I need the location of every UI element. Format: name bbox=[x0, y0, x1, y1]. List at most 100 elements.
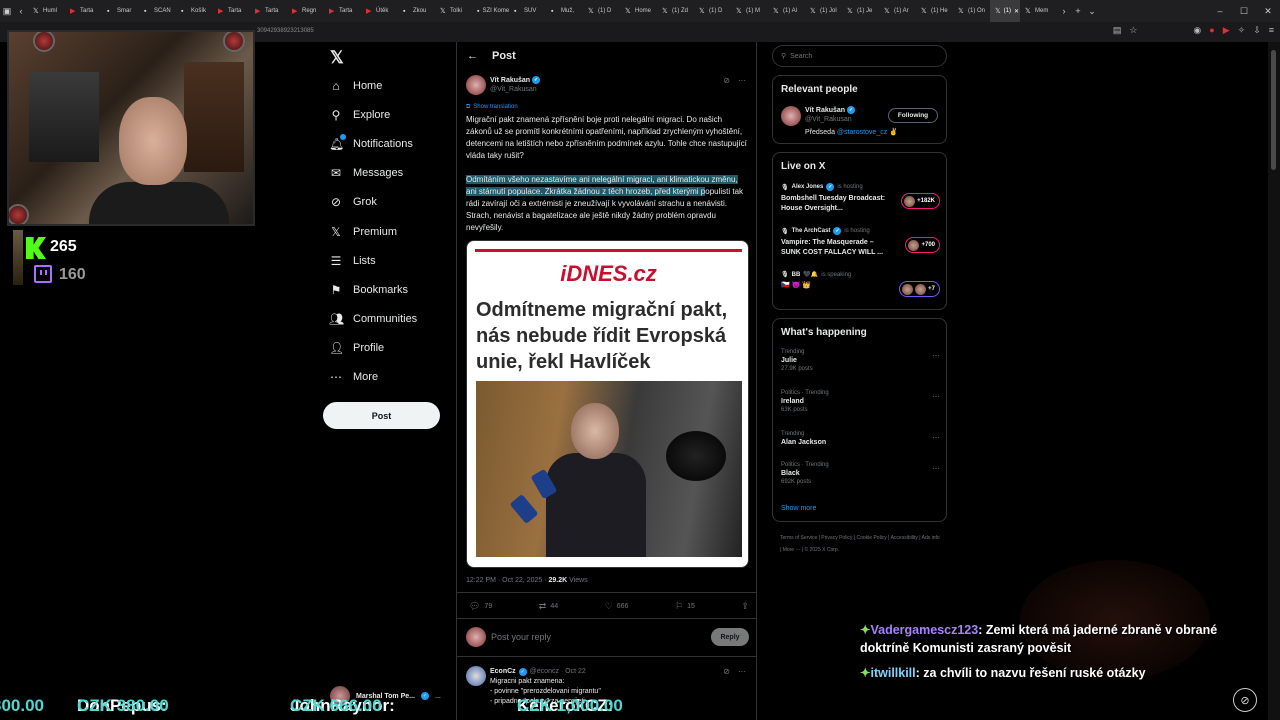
browser-tab[interactable]: 𝕏 (1) Zd bbox=[657, 0, 694, 22]
browser-tab[interactable]: 𝕏 (1) M bbox=[731, 0, 768, 22]
avatar[interactable] bbox=[781, 106, 801, 126]
selected-text[interactable]: Odmítáním všeho nezastavíme ani nelegáln… bbox=[466, 175, 738, 196]
browser-tab[interactable]: ▶ Tarta bbox=[65, 0, 102, 22]
grok-icon[interactable]: ⊘ bbox=[723, 667, 730, 676]
browser-tab[interactable]: 𝕏 (1) Je bbox=[842, 0, 879, 22]
footer-links[interactable]: Terms of Service | Privacy Policy | Cook… bbox=[780, 532, 940, 556]
tab-scroll-right-icon[interactable]: › bbox=[1057, 6, 1071, 16]
live-item[interactable]: 🎙︎ The ArchCast ✓ is hosting Vampire: The M… bbox=[781, 227, 940, 258]
browser-tab[interactable]: ▶ Tarta bbox=[213, 0, 250, 22]
download-icon[interactable]: ⇩ bbox=[1253, 25, 1261, 36]
reader-icon[interactable]: ▤ bbox=[1113, 25, 1122, 36]
reply-button[interactable]: Reply bbox=[711, 628, 749, 646]
scrollbar-thumb[interactable] bbox=[1271, 50, 1276, 170]
extensions-puzzle-icon[interactable]: ✧ bbox=[1238, 25, 1246, 36]
active-tab[interactable]: 𝕏 (1) ✕ bbox=[990, 0, 1020, 22]
browser-tab[interactable]: ▶ Tarta bbox=[324, 0, 361, 22]
nav-item-communities[interactable]: 👥︎ Communities bbox=[329, 311, 417, 327]
trend-item[interactable]: Trending Alan Jackson ⋯ bbox=[781, 431, 940, 448]
nav-item-messages[interactable]: ✉ Messages bbox=[329, 165, 403, 181]
more-icon[interactable]: ⋯ bbox=[738, 76, 746, 85]
repost-action[interactable]: ⇄ 44 bbox=[539, 601, 558, 612]
page-icon: ▪ bbox=[551, 7, 554, 15]
bookmark-star-icon[interactable]: ☆ bbox=[1129, 25, 1137, 36]
x-logo-icon[interactable]: 𝕏 bbox=[330, 48, 344, 68]
article-card[interactable]: iDNES.cz Odmítneme migrační pakt, nás ne… bbox=[466, 240, 749, 568]
following-button[interactable]: Following bbox=[888, 108, 938, 123]
nav-item-bookmarks[interactable]: ⚑ Bookmarks bbox=[329, 282, 408, 298]
more-icon[interactable]: ⋯ bbox=[932, 433, 940, 442]
close-window-icon[interactable]: ✕ bbox=[1256, 6, 1280, 17]
nav-item-premium[interactable]: 𝕏 Premium bbox=[329, 224, 397, 240]
menu-icon[interactable]: ≡ bbox=[1269, 25, 1274, 36]
more-icon[interactable]: ⋯ bbox=[932, 351, 940, 360]
browser-tab[interactable]: ▪ Zkou bbox=[398, 0, 435, 22]
like-action[interactable]: ♡ 666 bbox=[605, 601, 629, 612]
youtube-ext-icon[interactable]: ▶ bbox=[1223, 25, 1230, 36]
more-icon[interactable]: ⋯ bbox=[932, 392, 940, 401]
browser-tab[interactable]: 𝕏 (1) Ar bbox=[879, 0, 916, 22]
trend-item[interactable]: Politics · Trending Black 692K posts ⋯ bbox=[781, 462, 940, 485]
browser-tab[interactable]: 𝕏 (1) Jol bbox=[805, 0, 842, 22]
nav-item-explore[interactable]: ⚲ Explore bbox=[329, 107, 391, 123]
x-icon: 𝕏 bbox=[810, 7, 816, 15]
browser-tab[interactable]: 𝕏 (1) He bbox=[916, 0, 953, 22]
trend-item[interactable]: Politics · Trending Ireland 63K posts ⋯ bbox=[781, 390, 940, 413]
browser-tab[interactable]: ▪ Muž, bbox=[546, 0, 583, 22]
browser-tab[interactable]: ▪ Smar bbox=[102, 0, 139, 22]
reply-input[interactable]: Post your reply bbox=[491, 632, 551, 642]
browser-tab[interactable]: 𝕏 Mem bbox=[1020, 0, 1057, 22]
post-button[interactable]: Post bbox=[323, 402, 440, 429]
browser-tab[interactable]: 𝕏 Home bbox=[620, 0, 657, 22]
tab-list-icon[interactable]: ▣ bbox=[0, 6, 14, 17]
nav-item-home[interactable]: ⌂ Home bbox=[329, 78, 382, 94]
chat-message: ✦Vadergamescz123: Zemi která má jaderné … bbox=[860, 623, 1218, 655]
close-tab-icon[interactable]: ✕ bbox=[1014, 8, 1019, 15]
trend-item[interactable]: Trending Julie 27.9K posts ⋯ bbox=[781, 349, 940, 372]
browser-tab[interactable]: ▶ Regn bbox=[287, 0, 324, 22]
nav-item-grok[interactable]: ⊘ Grok bbox=[329, 194, 377, 210]
tab-overflow-icon[interactable]: ⌄ bbox=[1085, 6, 1099, 17]
reply-action[interactable]: 💬︎ 79 bbox=[469, 601, 492, 612]
browser-tab[interactable]: ▶ Tarta bbox=[250, 0, 287, 22]
browser-tab[interactable]: ▪ SUV bbox=[509, 0, 546, 22]
frame-emblem-icon bbox=[9, 204, 29, 224]
avatar[interactable] bbox=[466, 666, 486, 686]
home-icon: ⌂ bbox=[332, 79, 340, 93]
browser-tab[interactable]: 𝕏 (1) D bbox=[583, 0, 620, 22]
browser-tab[interactable]: 𝕏 Tolki bbox=[435, 0, 472, 22]
browser-tab[interactable]: ▪ SZI Kome bbox=[472, 0, 509, 22]
profile-bio: Předseda @starostove_cz ✌ bbox=[805, 129, 898, 136]
new-tab-icon[interactable]: + bbox=[1071, 6, 1085, 16]
tab-scroll-left-icon[interactable]: ‹ bbox=[14, 6, 28, 16]
minimize-icon[interactable]: – bbox=[1208, 6, 1232, 16]
nav-item-notifications[interactable]: 🔔︎ Notifications bbox=[329, 134, 413, 152]
browser-tab[interactable]: 𝕏 (1) On bbox=[953, 0, 990, 22]
bookmark-action[interactable]: ⚐ 15 bbox=[675, 601, 695, 612]
live-item[interactable]: 🎙︎ Alex Jones ✓ is hosting Bombshell Tuesda… bbox=[781, 183, 940, 214]
avatar[interactable] bbox=[466, 75, 486, 95]
more-icon[interactable]: ⋯ bbox=[738, 667, 746, 676]
maximize-icon[interactable]: ☐ bbox=[1232, 6, 1256, 17]
browser-tab[interactable]: ▪ SCAN bbox=[139, 0, 176, 22]
browser-tab[interactable]: 𝕏 Huml bbox=[28, 0, 65, 22]
back-arrow-icon[interactable]: ← bbox=[467, 50, 478, 62]
show-more-link[interactable]: Show more bbox=[781, 505, 816, 512]
browser-tab[interactable]: 𝕏 (1) Al bbox=[768, 0, 805, 22]
relevant-person[interactable]: Vít Rakušan ✓ @Vit_Rakusan bbox=[805, 106, 856, 123]
post-author[interactable]: Vít Rakušan ✓ @Vit_Rakusan bbox=[490, 76, 541, 93]
nav-item-profile[interactable]: 👤︎ Profile bbox=[329, 340, 384, 356]
extension-icon[interactable]: ● bbox=[1209, 25, 1214, 36]
nav-item-lists[interactable]: ☰ Lists bbox=[329, 253, 376, 269]
live-item[interactable]: 🎙︎ BB 🖤🔔 is speaking 🇨🇿 😈 👑 +7 bbox=[781, 271, 940, 297]
browser-tab[interactable]: 𝕏 (1) D bbox=[694, 0, 731, 22]
nav-item-more[interactable]: ⋯ More bbox=[329, 369, 378, 385]
more-icon[interactable]: ⋯ bbox=[932, 464, 940, 473]
show-translation-link[interactable]: ⧉ Show translation bbox=[466, 104, 518, 111]
browser-tab[interactable]: ▪ Košík bbox=[176, 0, 213, 22]
search-input[interactable]: ⚲ Search bbox=[772, 45, 947, 67]
grok-icon[interactable]: ⊘ bbox=[723, 76, 730, 85]
browser-tab[interactable]: ▶ Útěk bbox=[361, 0, 398, 22]
account-icon[interactable]: ◉ bbox=[1193, 25, 1201, 36]
share-action[interactable]: ⇪ bbox=[741, 601, 749, 612]
